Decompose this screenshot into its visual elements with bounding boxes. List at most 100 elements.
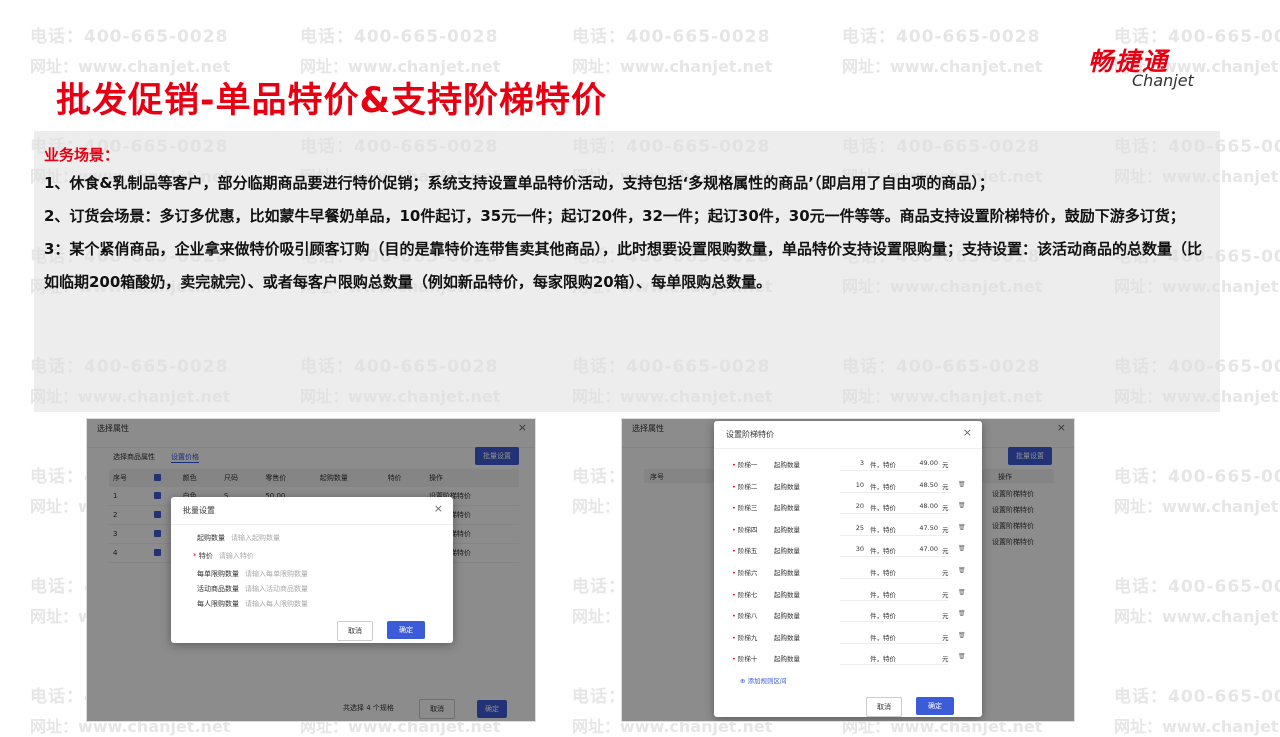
scenario-panel: 业务场景： 1、休食&乳制品等客户，部分临期商品要进行特价促销；系统支持设置单品…: [34, 131, 1220, 412]
tier-divider: [840, 642, 948, 644]
field-label: 活动商品数量: [197, 585, 239, 593]
field-special-price[interactable]: * 特价 请输入特价: [193, 551, 254, 561]
watermark-url: 网址：www.chanjet.net: [1114, 497, 1280, 516]
delete-icon[interactable]: 🗑: [958, 567, 966, 574]
tier-unit-text: 件，特价: [870, 633, 896, 642]
tier-price-value[interactable]: 47.50: [908, 524, 938, 532]
logo-en-text: Chanjet: [1132, 71, 1194, 90]
batch-set-dialog: 批量设置 × 起购数量 请输入起购数量 * 特价 请输入特价 每单限购数量 请输入每单…: [171, 497, 453, 643]
tier-divider: [840, 578, 948, 579]
tier-unit-text: 件，特价: [870, 569, 896, 577]
watermark-phone: 电话：400-665-0028: [1114, 577, 1280, 597]
tier-row: • 阶梯一 起购数量 3 件，特价 49.00 元: [732, 459, 962, 473]
watermark-phone: 电话：400-665-0028: [572, 27, 771, 47]
tier-row: • 阶梯九 起购数量 件，特价 元 🗑: [732, 632, 966, 646]
dialog-cancel-button[interactable]: 取消: [866, 697, 902, 717]
tier-row: • 阶梯四 起购数量 25 件，特价 47.50 元 🗑: [732, 524, 966, 538]
tier-name-text: 阶梯七: [737, 590, 758, 599]
tier-name: • 阶梯六: [732, 569, 758, 577]
dialog-confirm-button[interactable]: 确定: [387, 621, 425, 639]
tier-name-text: 阶梯三: [737, 504, 758, 513]
field-per-order-limit[interactable]: 每单限购数量 请输入每单限购数量: [197, 569, 308, 579]
tier-name-text: 阶梯一: [737, 461, 758, 469]
tier-qty-label: 起购数量: [774, 590, 800, 599]
dialog-title: 批量设置: [183, 506, 215, 515]
tier-price-value[interactable]: 47.00: [908, 545, 938, 553]
dialog-header: 批量设置 ×: [171, 497, 453, 525]
field-label: 起购数量: [197, 534, 225, 542]
tier-price-value[interactable]: 48.50: [908, 481, 938, 489]
scenario-line-2: 2、订货会场景：多订多优惠，比如蒙牛早餐奶单品，10件起订，35元一件；起订20…: [44, 207, 1185, 225]
delete-icon[interactable]: 🗑: [958, 545, 966, 552]
tier-row: • 阶梯三 起购数量 20 件，特价 48.00 元 🗑: [732, 502, 966, 516]
delete-icon[interactable]: 🗑: [958, 502, 966, 509]
add-rule-link[interactable]: ⊕ 添加规则区间: [740, 675, 787, 685]
tier-unit-text: 件，特价: [870, 525, 896, 534]
tier-qty-value[interactable]: 30: [844, 545, 864, 553]
left-screenshot: 选择属性 × 选择商品属性 设置价格 批量设置 序号 颜色 尺码 零售价 起购数…: [86, 418, 536, 722]
dialog-confirm-button[interactable]: 确定: [916, 697, 954, 715]
tier-divider: [840, 534, 948, 536]
watermark-text: 电话：400-665-0028网址：www.chanjet.net: [1114, 572, 1280, 627]
close-icon[interactable]: ×: [963, 426, 972, 439]
close-icon[interactable]: ×: [434, 502, 443, 515]
tier-name: • 阶梯五: [732, 547, 758, 556]
tier-unit-text: 件，特价: [870, 547, 896, 556]
tier-qty-label: 起购数量: [774, 655, 800, 664]
tier-price-value[interactable]: 49.00: [908, 459, 938, 467]
tier-unit-text: 件，特价: [870, 504, 896, 513]
field-label: 每人限购数量: [197, 600, 239, 608]
tier-price-value[interactable]: 48.00: [908, 502, 938, 510]
watermark-url: 网址：www.chanjet.net: [1114, 717, 1280, 736]
tier-row: • 阶梯六 起购数量 件，特价 元 🗑: [732, 567, 966, 581]
tier-currency: 元: [942, 633, 949, 642]
watermark-url: 网址：www.chanjet.net: [842, 57, 1043, 76]
tier-name-text: 阶梯十: [737, 655, 758, 664]
page-title: 批发促销-单品特价&支持阶梯特价: [56, 81, 608, 121]
tier-divider: [840, 556, 948, 558]
tier-currency: 元: [942, 612, 949, 621]
add-rule-label: 添加规则区间: [747, 677, 787, 685]
tier-name: • 阶梯九: [732, 633, 758, 642]
watermark-text: 电话：400-665-0028网址：www.chanjet.net: [300, 22, 560, 77]
tier-qty-value[interactable]: 20: [844, 502, 864, 510]
delete-icon[interactable]: 🗑: [958, 481, 966, 488]
tier-name-text: 阶梯六: [737, 569, 758, 577]
delete-icon[interactable]: 🗑: [958, 653, 966, 660]
tier-qty-label: 起购数量: [774, 525, 800, 534]
tier-qty-value[interactable]: 3: [844, 459, 864, 467]
tier-name-text: 阶梯五: [737, 547, 758, 556]
tier-currency: 元: [942, 525, 949, 534]
scenario-line-1: 1、休食&乳制品等客户，部分临期商品要进行特价促销；系统支持设置单品特价活动，支…: [44, 174, 994, 192]
watermark-url: 网址：www.chanjet.net: [572, 57, 773, 76]
tier-name: • 阶梯十: [732, 655, 758, 664]
watermark-phone: 电话：400-665-0028: [300, 27, 499, 47]
tier-currency: 元: [942, 569, 949, 577]
tier-qty-label: 起购数量: [774, 612, 800, 621]
delete-icon[interactable]: 🗑: [958, 632, 966, 639]
scenario-heading: 业务场景：: [44, 146, 120, 164]
right-screenshot: 选择属性 × 批量设置 序号 操作 设置阶梯特价 设置阶梯特价 设置阶梯特价 设…: [621, 418, 1075, 722]
field-min-qty[interactable]: 起购数量 请输入起购数量: [197, 533, 280, 543]
tier-name-text: 阶梯二: [737, 482, 758, 491]
tier-qty-value[interactable]: 25: [844, 524, 864, 532]
tier-currency: 元: [942, 590, 949, 599]
delete-icon[interactable]: 🗑: [958, 610, 966, 617]
delete-icon[interactable]: 🗑: [958, 589, 966, 596]
field-label: 特价: [198, 552, 213, 560]
tier-row: • 阶梯二 起购数量 10 件，特价 48.50 元 🗑: [732, 481, 966, 495]
tier-name: • 阶梯八: [732, 612, 758, 621]
tier-name: • 阶梯一: [732, 461, 758, 469]
tier-row: • 阶梯七 起购数量 件，特价 元 🗑: [732, 589, 966, 603]
tier-qty-label: 起购数量: [774, 569, 800, 577]
tier-divider: [840, 599, 948, 601]
scenario-line-3: 3：某个紧俏商品，企业拿来做特价吸引顾客订购（目的是靠特价连带售卖其他商品），此…: [44, 240, 1202, 291]
dialog-cancel-button[interactable]: 取消: [337, 621, 373, 641]
dialog-title: 设置阶梯特价: [726, 430, 774, 439]
field-activity-qty[interactable]: 活动商品数量 请输入活动商品数量: [197, 584, 308, 594]
tier-unit-text: 件，特价: [870, 612, 896, 621]
field-per-customer-limit[interactable]: 每人限购数量 请输入每人限购数量: [197, 599, 308, 609]
tier-qty-value[interactable]: 10: [844, 481, 864, 489]
watermark-text: 电话：400-665-0028网址：www.chanjet.net: [1114, 682, 1280, 737]
delete-icon[interactable]: 🗑: [958, 524, 966, 531]
